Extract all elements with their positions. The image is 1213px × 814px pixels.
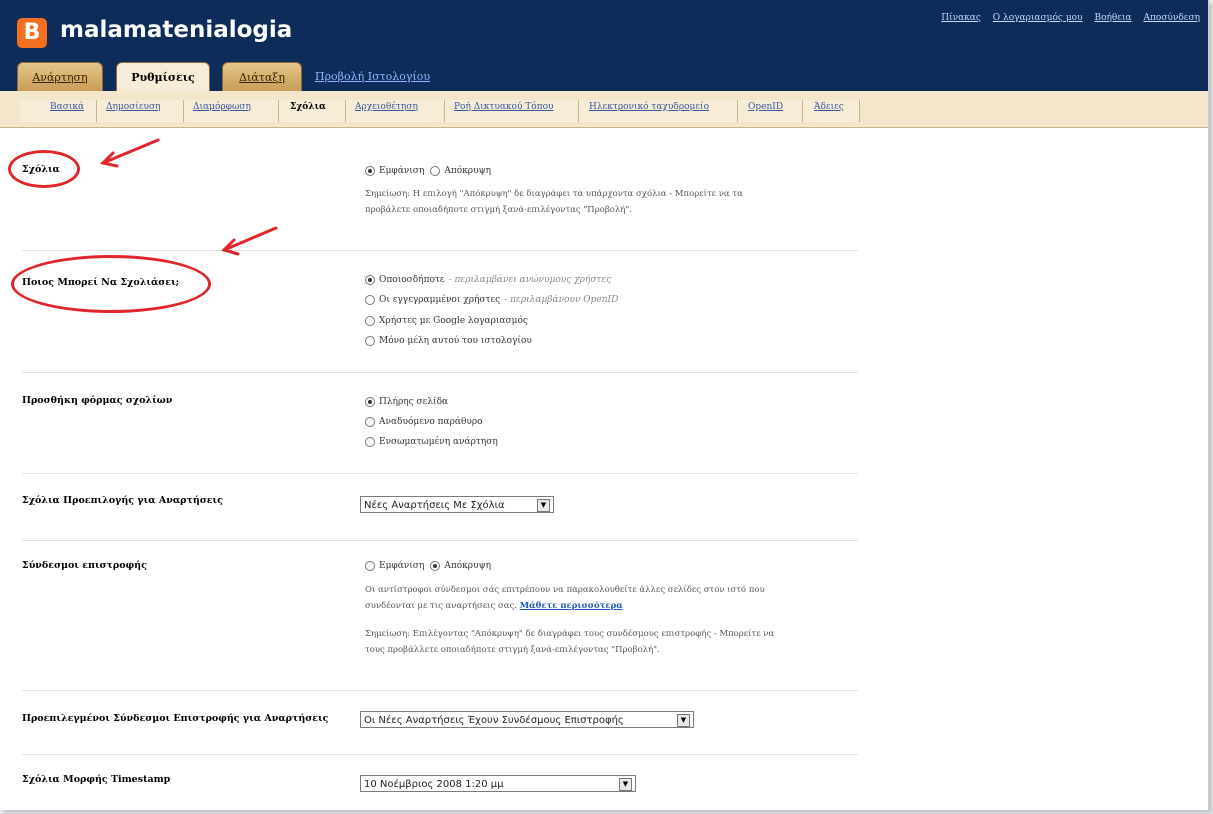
top-link-help[interactable]: Βοήθεια [1094, 13, 1131, 23]
subnav-site-feed[interactable]: Ροή Δικτυακού Τόπου [454, 102, 554, 112]
default-backlinks-select[interactable]: Οι Νέες Αναρτήσεις Έχουν Συνδέσμους Επισ… [360, 711, 694, 728]
top-link-account[interactable]: Ο λογαριασμός μου [993, 13, 1083, 23]
comments-show-hide: Εμφάνιση Απόκρυψη [365, 166, 491, 176]
backlinks-note: Οι αντίστροφοι σύνδεσμοι σάς επιτρέπουν … [365, 585, 765, 611]
backlinks-hide-radio[interactable] [430, 561, 441, 571]
who-option-anyone[interactable]: Οποιοσδήποτε - περιλαμβάνει ανώνυμους χρή… [365, 275, 611, 285]
comments-note: Σημείωση: Η επιλογή "Απόκρυψη" δε διαγρά… [365, 189, 743, 215]
comments-hide-radio[interactable] [430, 166, 441, 176]
comment-form-label: Προσθήκη φόρμας σχολίων [22, 395, 173, 406]
top-link-dashboard[interactable]: Πίνακας [941, 13, 981, 23]
backlinks-show-hide: Εμφάνιση Απόκρυψη [365, 561, 491, 571]
subnav-email[interactable]: Ηλεκτρονικό ταχυδρομείο [589, 102, 709, 112]
timestamp-format-label: Σχόλια Μορφής Timestamp [22, 774, 171, 785]
subnav-openid[interactable]: OpenID [748, 102, 783, 112]
form-option-popup[interactable]: Αναδυόμενο παράθυρο [365, 417, 483, 427]
chevron-down-icon: ▼ [537, 499, 550, 512]
chevron-down-icon: ▼ [677, 714, 690, 727]
timestamp-format-select[interactable]: 10 Νοέμβριος 2008 1:20 μμ ▼ [360, 775, 636, 792]
who-option-members[interactable]: Μόνο μέλη αυτού του ιστολογίου [365, 336, 532, 346]
form-option-embedded[interactable]: Ενσωματωμένη ανάρτηση [365, 437, 498, 447]
default-comments-label: Σχόλια Προεπιλογής για Αναρτήσεις [22, 495, 223, 506]
chevron-down-icon: ▼ [619, 778, 632, 791]
subnav-permissions[interactable]: Άδειες [814, 102, 844, 112]
who-option-registered[interactable]: Οι εγγεγραμμένοι χρήστες - περιλαμβάνουν … [365, 295, 618, 305]
subnav-archiving[interactable]: Αρχειοθέτηση [355, 102, 418, 112]
default-backlinks-label: Προεπιλεγμένοι Σύνδεσμοι Επιστροφής για … [22, 713, 329, 724]
learn-more-link[interactable]: Μάθετε περισσότερα [520, 601, 623, 611]
top-link-signout[interactable]: Αποσύνδεση [1143, 13, 1200, 23]
backlinks-label: Σύνδεσμοι επιστροφής [22, 560, 147, 571]
form-option-full-page[interactable]: Πλήρης σελίδα [365, 397, 448, 407]
browser-page: B malamatenialogia Πίνακας Ο λογαριασμός… [0, 0, 1209, 810]
view-blog-link[interactable]: Προβολή Ιστολογίου [315, 70, 430, 83]
annotation-arrow-icon [99, 138, 278, 256]
backlinks-show-radio[interactable] [365, 561, 375, 571]
backlinks-note-2: Σημείωση: Επιλέγοντας "Απόκρυψη" δε διαγ… [365, 629, 775, 655]
top-links: Πίνακας Ο λογαριασμός μου Βοήθεια Αποσύν… [932, 13, 1200, 23]
default-comments-select[interactable]: Νέες Αναρτήσεις Με Σχόλια ▼ [360, 496, 554, 513]
comments-show-radio[interactable] [365, 166, 375, 176]
who-option-google[interactable]: Χρήστες με Google λογαριασμός [365, 316, 528, 326]
